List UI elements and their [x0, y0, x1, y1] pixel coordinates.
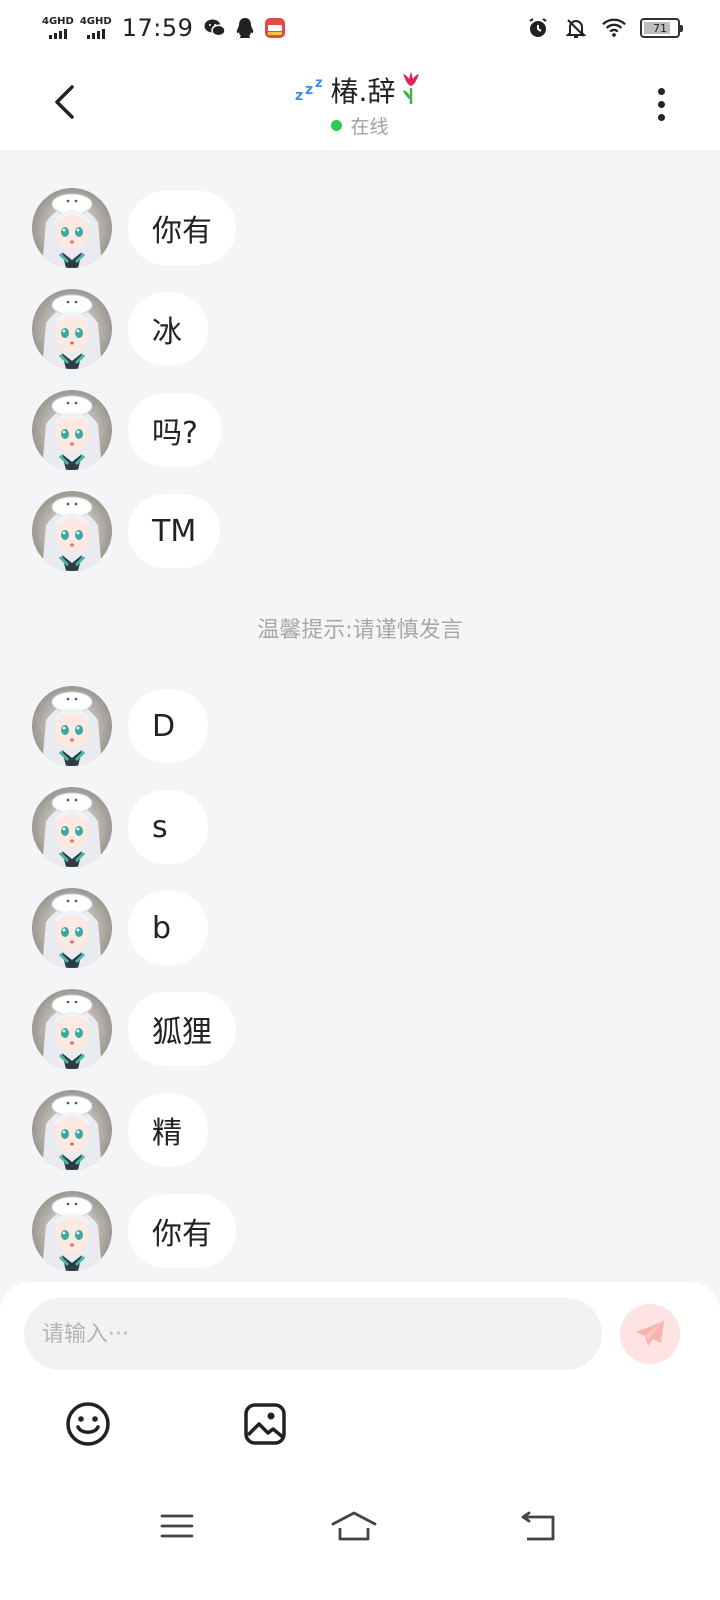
message-bubble[interactable]: D — [128, 689, 208, 763]
menu-icon — [160, 1514, 194, 1538]
more-options-button[interactable] — [646, 82, 676, 126]
send-button[interactable] — [620, 1304, 680, 1364]
svg-text:z: z — [305, 82, 313, 98]
message-item: 狐狸 — [32, 989, 236, 1069]
message-item: b — [32, 888, 208, 968]
signal-bars-icon — [86, 28, 105, 39]
avatar[interactable] — [32, 1090, 112, 1170]
message-bubble[interactable]: 吗? — [128, 393, 222, 467]
message-item: D — [32, 686, 208, 766]
message-bubble[interactable]: 冰 — [128, 292, 208, 366]
signal-4ghd-2: 4GHD — [80, 17, 112, 39]
message-input[interactable] — [24, 1298, 602, 1370]
message-item: s — [32, 787, 208, 867]
message-bubble[interactable]: 狐狸 — [128, 992, 236, 1066]
battery-level: 71 — [653, 21, 667, 35]
status-time: 17:59 — [121, 14, 194, 42]
avatar[interactable] — [32, 686, 112, 766]
contact-name: 椿.辞 — [330, 75, 396, 108]
signal-bars-icon — [48, 28, 67, 39]
back-nav-icon — [521, 1511, 555, 1541]
bell-off-icon — [564, 16, 588, 40]
paper-plane-icon — [636, 1321, 664, 1346]
avatar[interactable] — [32, 989, 112, 1069]
message-item: 吗? — [32, 390, 222, 470]
online-dot — [331, 120, 343, 131]
signal-4ghd-1: 4GHD — [42, 17, 74, 39]
avatar[interactable] — [32, 491, 112, 571]
message-item: 冰 — [32, 289, 208, 369]
battery-icon: 71 — [640, 18, 683, 38]
image-icon — [244, 1403, 286, 1445]
wifi-icon — [602, 16, 626, 40]
status-bar: 4GHD 4GHD 17:59 71 — [0, 0, 720, 56]
message-item: 你有 — [32, 1191, 236, 1271]
message-item: 精 — [32, 1090, 208, 1170]
wechat-icon — [203, 16, 227, 40]
chat-title-block: zzz 椿.辞 在线 — [0, 70, 720, 139]
message-bubble[interactable]: 精 — [128, 1093, 208, 1167]
app-icon — [263, 16, 287, 40]
avatar[interactable] — [32, 787, 112, 867]
message-bubble[interactable]: TM — [128, 494, 221, 568]
message-bubble[interactable]: 你有 — [128, 1194, 236, 1268]
avatar[interactable] — [32, 888, 112, 968]
avatar[interactable] — [32, 289, 112, 369]
image-button[interactable] — [241, 1400, 289, 1448]
emoji-button[interactable] — [64, 1400, 112, 1448]
avatar[interactable] — [32, 188, 112, 268]
avatar[interactable] — [32, 390, 112, 470]
home-button[interactable] — [330, 1508, 378, 1544]
tulip-icon — [397, 70, 425, 110]
alarm-icon — [526, 16, 550, 40]
menu-button[interactable] — [157, 1508, 197, 1544]
message-bubble[interactable]: 你有 — [128, 191, 236, 265]
system-nav-bar — [0, 1490, 720, 1560]
avatar[interactable] — [32, 1191, 112, 1271]
message-item: 你有 — [32, 188, 236, 268]
network-type-label: 4GHD — [42, 16, 74, 27]
home-icon — [331, 1511, 377, 1541]
svg-text:z: z — [315, 76, 323, 91]
message-bubble[interactable]: b — [128, 891, 208, 965]
message-item: TM — [32, 491, 221, 571]
sleep-zzz-icon: zzz — [295, 74, 329, 106]
svg-text:z: z — [295, 88, 303, 102]
message-list[interactable]: 你有 冰 吗? TM 温馨提示:请谨慎发言 D s b 狐狸 精 你有 — [0, 150, 720, 1280]
more-dots-icon — [657, 87, 665, 95]
back-nav-button[interactable] — [518, 1508, 558, 1544]
emoji-icon — [66, 1402, 110, 1446]
online-status-text: 在线 — [350, 116, 389, 138]
message-bubble[interactable]: s — [128, 790, 208, 864]
chat-header: zzz 椿.辞 在线 — [0, 56, 720, 150]
warning-tip: 温馨提示:请谨慎发言 — [257, 618, 463, 643]
network-type-label: 4GHD — [79, 16, 112, 27]
qq-icon — [233, 16, 257, 40]
online-status: 在线 — [331, 112, 389, 139]
